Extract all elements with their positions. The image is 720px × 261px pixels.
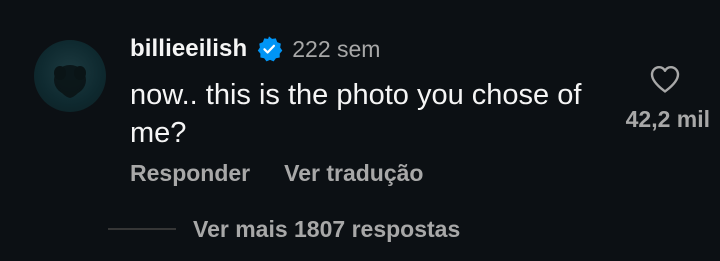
heart-outline-icon[interactable] [649, 64, 681, 94]
like-count: 42,2 mil [625, 106, 710, 132]
avatar[interactable] [34, 40, 106, 112]
verified-badge-icon [255, 35, 283, 63]
translate-button[interactable]: Ver tradução [284, 160, 423, 187]
replies-divider [108, 228, 176, 230]
comment-time: 222 sem [292, 35, 381, 62]
username[interactable]: billieeilish [130, 35, 247, 63]
comment-header: billieeilish 222 sem [130, 32, 380, 66]
comment-text: now.. this is the photo you chose of me? [130, 79, 582, 149]
view-replies-label: Ver mais 1807 respostas [193, 215, 461, 242]
reply-button[interactable]: Responder [130, 160, 250, 187]
comment: billieeilish 222 sem now.. this is the p… [0, 0, 720, 261]
comment-actions: Responder Ver tradução [130, 156, 423, 190]
view-replies-button[interactable]: Ver mais 1807 respostas [108, 212, 460, 246]
avatar-image [54, 65, 86, 98]
